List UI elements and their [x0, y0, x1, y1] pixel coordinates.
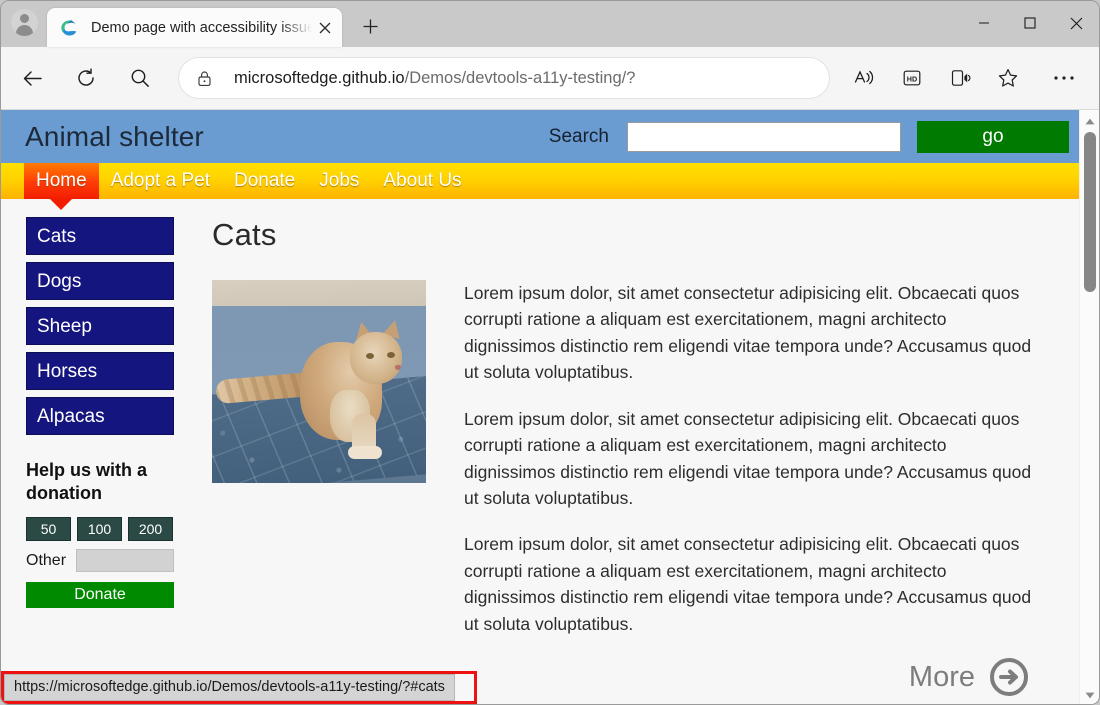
immersive-reader-icon[interactable]	[939, 57, 981, 99]
url-domain: microsoftedge.github.io	[234, 69, 405, 87]
address-bar-url: microsoftedge.github.io/Demos/devtools-a…	[234, 69, 635, 88]
chevron-down-icon[interactable]	[1080, 686, 1100, 704]
browser-toolbar: microsoftedge.github.io/Demos/devtools-a…	[1, 47, 1099, 109]
search-input[interactable]	[627, 122, 901, 152]
tab-title: Demo page with accessibility issues	[91, 20, 312, 36]
article-copy: Lorem ipsum dolor, sit amet consectetur …	[464, 280, 1037, 697]
nav-item-home[interactable]: Home	[24, 163, 99, 199]
main-content: Cats	[175, 217, 1079, 697]
browser-window: Demo page with accessibility issues	[0, 0, 1100, 705]
more-link[interactable]: More	[464, 657, 1037, 697]
page-title: Cats	[212, 217, 1037, 253]
donation-amount-100[interactable]: 100	[77, 517, 122, 541]
arrow-right-circle-icon	[989, 657, 1029, 697]
site-search: Search go	[549, 121, 1079, 153]
page-body: Cats Dogs Sheep Horses Alpacas Help us w…	[1, 199, 1079, 697]
paragraph-1: Lorem ipsum dolor, sit amet consectetur …	[464, 280, 1037, 386]
chevron-up-icon[interactable]	[1080, 112, 1100, 130]
donation-other-label: Other	[26, 552, 66, 570]
page-scrollbar[interactable]	[1079, 110, 1099, 705]
article: Lorem ipsum dolor, sit amet consectetur …	[212, 280, 1037, 697]
status-bar-url: https://microsoftedge.github.io/Demos/de…	[4, 674, 455, 701]
site-header: Animal shelter Search go	[1, 110, 1079, 163]
nav-item-donate[interactable]: Donate	[222, 163, 307, 199]
address-bar[interactable]: microsoftedge.github.io/Demos/devtools-a…	[179, 58, 829, 98]
site-title: Animal shelter	[25, 121, 204, 153]
person-avatar-icon	[11, 9, 38, 36]
web-page-content: Animal shelter Search go Home Adopt a Pe…	[1, 110, 1079, 705]
nav-item-about-us[interactable]: About Us	[371, 163, 473, 199]
donation-other-input[interactable]	[76, 549, 174, 572]
search-go-button[interactable]: go	[917, 121, 1069, 153]
sidebar-item-sheep[interactable]: Sheep	[26, 307, 174, 345]
donation-heading: Help us with a donation	[26, 459, 166, 505]
ellipsis-icon[interactable]	[1043, 57, 1085, 99]
search-label: Search	[549, 126, 609, 148]
sidebar-item-cats[interactable]: Cats	[26, 217, 174, 255]
read-aloud-icon[interactable]	[843, 57, 885, 99]
cat-photo-image	[212, 280, 426, 483]
close-icon[interactable]	[1053, 1, 1099, 45]
nav-item-adopt-a-pet[interactable]: Adopt a Pet	[99, 163, 222, 199]
browser-tab[interactable]: Demo page with accessibility issues	[47, 8, 342, 47]
profile-button[interactable]	[1, 0, 47, 45]
maximize-icon[interactable]	[1007, 1, 1053, 45]
lock-icon	[197, 70, 215, 87]
tab-strip: Demo page with accessibility issues	[1, 1, 1099, 47]
edge-logo-icon	[60, 19, 78, 37]
donation-amount-200[interactable]: 200	[128, 517, 173, 541]
donation-other-row: Other	[26, 549, 175, 572]
hd-badge-icon[interactable]: HD	[891, 57, 933, 99]
svg-text:HD: HD	[907, 74, 917, 83]
window-controls	[961, 1, 1099, 45]
paragraph-3: Lorem ipsum dolor, sit amet consectetur …	[464, 531, 1037, 637]
minimize-icon[interactable]	[961, 1, 1007, 45]
sidebar-item-alpacas[interactable]: Alpacas	[26, 397, 174, 435]
donate-button[interactable]: Donate	[26, 582, 174, 608]
sidebar-item-dogs[interactable]: Dogs	[26, 262, 174, 300]
arrow-left-icon[interactable]	[11, 57, 53, 99]
sidebar: Cats Dogs Sheep Horses Alpacas Help us w…	[1, 217, 175, 697]
page-viewport: Animal shelter Search go Home Adopt a Pe…	[1, 109, 1099, 705]
star-icon[interactable]	[987, 57, 1029, 99]
close-icon[interactable]	[312, 15, 338, 41]
sidebar-item-horses[interactable]: Horses	[26, 352, 174, 390]
paragraph-2: Lorem ipsum dolor, sit amet consectetur …	[464, 406, 1037, 512]
scrollbar-thumb[interactable]	[1084, 132, 1096, 292]
search-icon[interactable]	[119, 57, 161, 99]
refresh-icon[interactable]	[65, 57, 107, 99]
main-navigation: Home Adopt a Pet Donate Jobs About Us	[1, 163, 1079, 199]
donation-amount-group: 50 100 200	[26, 517, 175, 541]
more-label: More	[909, 661, 975, 694]
nav-item-jobs[interactable]: Jobs	[307, 163, 371, 199]
new-tab-button[interactable]	[353, 9, 388, 44]
donation-amount-50[interactable]: 50	[26, 517, 71, 541]
url-path: /Demos/devtools-a11y-testing/?	[405, 69, 636, 87]
